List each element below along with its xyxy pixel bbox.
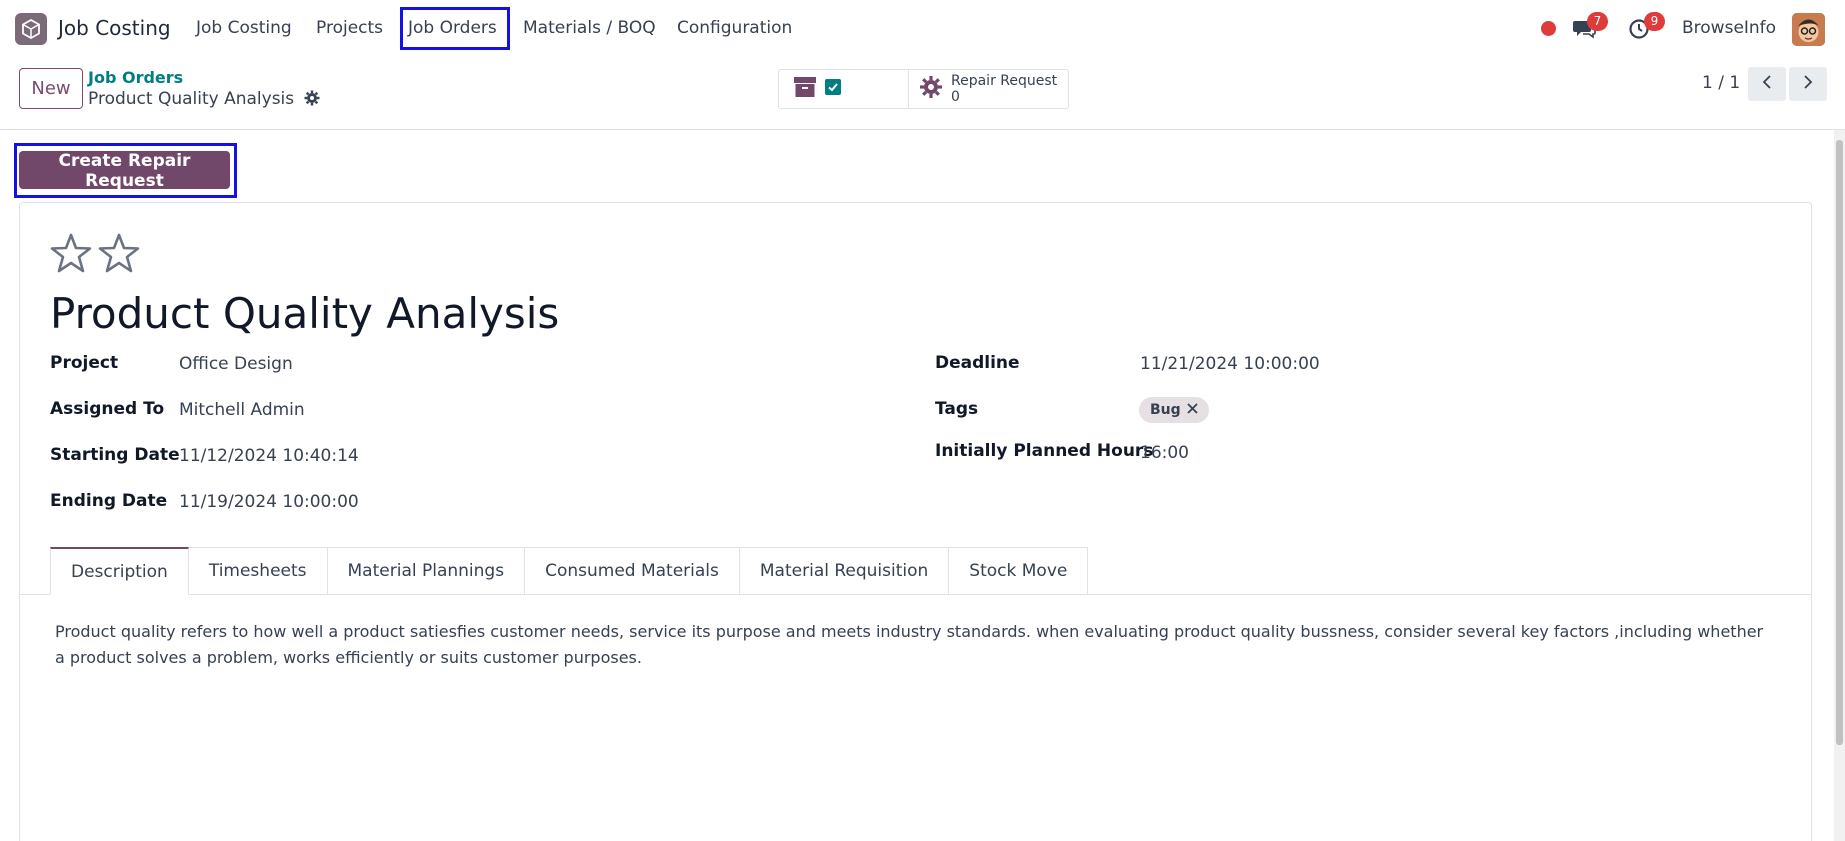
close-icon[interactable]	[1187, 402, 1198, 418]
tab-consumed-materials[interactable]: Consumed Materials	[525, 547, 740, 595]
menu-configuration[interactable]: Configuration	[677, 18, 792, 38]
form-sheet: Product Quality Analysis Project Office …	[19, 202, 1812, 841]
smart-buttons: Repair Request 0	[778, 69, 1069, 109]
tab-stock-move[interactable]: Stock Move	[949, 547, 1089, 595]
breadcrumb-current: Product Quality Analysis	[88, 89, 320, 111]
field-label-deadline: Deadline	[935, 353, 1020, 373]
tab-timesheets[interactable]: Timesheets	[188, 547, 328, 595]
repair-request-count: 0	[951, 89, 960, 105]
pager-value[interactable]: 1 / 1	[1702, 73, 1740, 93]
messages-badge: 7	[1587, 12, 1608, 31]
gear-icon	[919, 75, 943, 104]
priority-stars	[50, 233, 140, 278]
field-assigned-to-value[interactable]: Mitchell Admin	[179, 400, 305, 420]
field-project-value[interactable]: Office Design	[179, 354, 293, 374]
menu-job-costing[interactable]: Job Costing	[196, 18, 292, 38]
tag-label: Bug	[1150, 402, 1181, 418]
page-scrollbar[interactable]	[1834, 130, 1845, 841]
new-button[interactable]: New	[19, 68, 83, 109]
field-label-starting-date: Starting Date	[50, 445, 180, 465]
gear-icon[interactable]	[304, 90, 320, 111]
chevron-right-icon	[1802, 74, 1814, 94]
archive-box-icon[interactable]	[793, 76, 817, 103]
breadcrumb-parent-link[interactable]: Job Orders	[88, 68, 183, 87]
menu-materials-boq[interactable]: Materials / BOQ	[523, 18, 656, 38]
field-ending-date-value[interactable]: 11/19/2024 10:00:00	[179, 492, 359, 512]
activities-badge: 9	[1644, 12, 1665, 31]
create-repair-request-button[interactable]: Create Repair Request	[19, 151, 230, 191]
star-icon[interactable]	[50, 233, 92, 278]
app-name[interactable]: Job Costing	[58, 16, 171, 40]
star-icon[interactable]	[98, 233, 140, 278]
menu-job-orders[interactable]: Job Orders	[408, 18, 497, 38]
chevron-left-icon	[1761, 74, 1773, 94]
field-starting-date-value[interactable]: 11/12/2024 10:40:14	[179, 446, 359, 466]
field-label-project: Project	[50, 353, 119, 373]
field-label-tags: Tags	[935, 399, 979, 419]
status-dot-icon[interactable]	[1541, 21, 1556, 36]
app-logo-icon[interactable]	[15, 13, 47, 45]
description-text[interactable]: Product quality refers to how well a pro…	[55, 619, 1775, 671]
user-name[interactable]: BrowseInfo	[1682, 18, 1776, 38]
pager-previous-button[interactable]	[1748, 67, 1786, 101]
field-planned-hours-value[interactable]: 16:00	[1140, 443, 1189, 463]
pager-next-button[interactable]	[1789, 67, 1827, 101]
user-avatar[interactable]	[1792, 13, 1825, 46]
menu-projects[interactable]: Projects	[316, 18, 383, 38]
scrollbar-thumb[interactable]	[1836, 140, 1843, 745]
tag-bug[interactable]: Bug	[1139, 397, 1209, 423]
control-panel: New Job Orders Product Quality Analysis …	[0, 58, 1845, 130]
tab-material-plannings[interactable]: Material Plannings	[327, 547, 526, 595]
tab-description[interactable]: Description	[50, 547, 189, 595]
top-navbar: Job Costing Job Costing Projects Job Ord…	[0, 0, 1845, 58]
field-label-assigned-to: Assigned To	[50, 399, 165, 419]
archive-toggle[interactable]	[779, 70, 909, 108]
field-label-planned-hours: Initially Planned Hours	[935, 441, 1154, 461]
record-title[interactable]: Product Quality Analysis	[50, 289, 559, 338]
field-deadline-value[interactable]: 11/21/2024 10:00:00	[1140, 354, 1320, 374]
tab-material-requisition[interactable]: Material Requisition	[739, 547, 950, 595]
notebook-tabs: Description Timesheets Material Planning…	[50, 547, 1089, 595]
checkbox-checked-icon[interactable]	[825, 78, 841, 100]
repair-request-smart-button[interactable]: Repair Request 0	[909, 70, 1068, 108]
field-label-ending-date: Ending Date	[50, 491, 168, 511]
breadcrumb-current-label: Product Quality Analysis	[88, 89, 295, 109]
repair-request-label: Repair Request	[951, 73, 1058, 89]
